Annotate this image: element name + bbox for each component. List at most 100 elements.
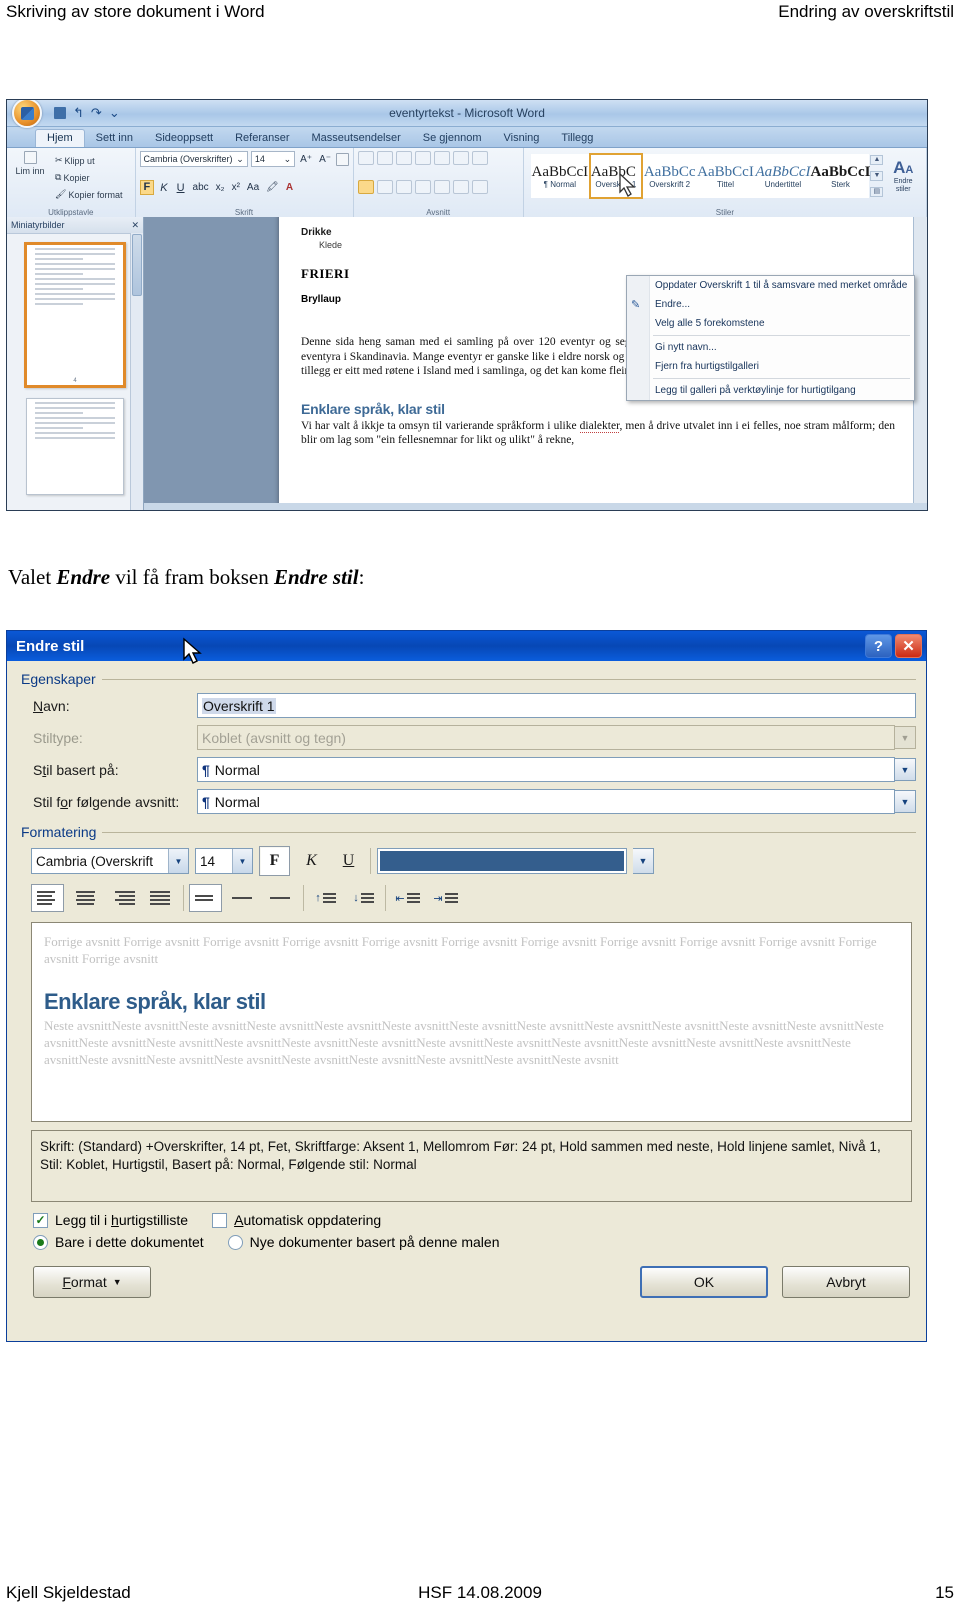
decrease-spacing-before-button[interactable]: ↑: [309, 884, 342, 912]
font-color-icon[interactable]: A: [284, 182, 295, 193]
style-item-undertittel[interactable]: AaBbCcI Undertittel: [754, 154, 812, 198]
increase-indent-button[interactable]: ⇥: [429, 884, 462, 912]
style-item-overskrift-2[interactable]: AaBbCc Overskrift 2: [642, 154, 697, 198]
chevron-down-icon[interactable]: ▼: [633, 848, 654, 874]
nextstyle-combo[interactable]: ¶ Normal: [197, 789, 895, 814]
shrink-font-icon[interactable]: A⁻: [317, 154, 333, 165]
thumbnail-page[interactable]: [26, 398, 124, 495]
dialog-font-family-combo[interactable]: Cambria (Overskrift ▼: [31, 848, 189, 874]
tab-hjem[interactable]: Hjem: [35, 129, 85, 147]
ctx-add-to-qat[interactable]: Legg til galleri på verktøylinje for hur…: [627, 381, 914, 400]
radio-selected-icon[interactable]: [33, 1234, 48, 1250]
bold-button[interactable]: F: [139, 180, 155, 195]
dialog-underline-button[interactable]: U: [333, 846, 364, 876]
bullets-icon[interactable]: [357, 151, 374, 165]
grow-font-icon[interactable]: A⁺: [298, 154, 314, 165]
highlight-icon[interactable]: 🖍: [264, 182, 281, 193]
align-right-icon[interactable]: [395, 179, 412, 194]
subscript-button[interactable]: x₂: [214, 182, 227, 193]
checkbox-unchecked-icon[interactable]: [212, 1212, 228, 1228]
close-button[interactable]: ✕: [895, 634, 922, 658]
justify-button[interactable]: [145, 884, 178, 912]
format-painter-button[interactable]: 🖌 Kopier format: [52, 187, 125, 202]
document-scrollbar[interactable]: [913, 217, 927, 510]
close-icon[interactable]: ✕: [131, 220, 139, 231]
borders-icon[interactable]: [471, 179, 488, 194]
chevron-down-icon[interactable]: ▼: [168, 849, 188, 873]
font-color-combo[interactable]: [377, 848, 627, 874]
align-left-icon[interactable]: [357, 179, 374, 194]
change-case-button[interactable]: Aa: [245, 182, 261, 193]
scrollbar-thumb[interactable]: [132, 234, 142, 296]
style-item-sterk[interactable]: AaBbCcI Sterk: [810, 154, 871, 198]
dialog-bold-button[interactable]: F: [259, 846, 290, 876]
ctx-update-heading[interactable]: Oppdater Overskrift 1 til å samsvare med…: [627, 276, 914, 295]
italic-button[interactable]: K: [157, 182, 170, 194]
dialog-font-size-combo[interactable]: 14 ▼: [195, 848, 253, 874]
ctx-remove-from-gallery[interactable]: Fjern fra hurtigstilgalleri: [627, 357, 914, 376]
tab-tillegg[interactable]: Tillegg: [550, 130, 604, 147]
align-left-button[interactable]: [31, 884, 64, 912]
underline-button[interactable]: U: [174, 182, 188, 194]
thumbnail-page-selected[interactable]: 4: [24, 242, 126, 388]
line-spacing-single-button[interactable]: [189, 884, 222, 912]
show-marks-icon[interactable]: [471, 151, 488, 165]
checkbox-checked-icon[interactable]: ✓: [33, 1212, 48, 1228]
align-right-button[interactable]: [107, 884, 140, 912]
chevron-down-icon[interactable]: ▼: [232, 849, 252, 873]
clear-formatting-icon[interactable]: [336, 152, 349, 166]
cut-button[interactable]: ✂ Klipp ut: [52, 153, 125, 168]
styles-gallery[interactable]: AaBbCcI ¶ Normal AaBbC­ Overskrift 1 AaB…: [528, 151, 922, 201]
paste-icon[interactable]: [23, 151, 37, 164]
radio-unselected-icon[interactable]: [227, 1234, 243, 1250]
line-spacing-double-button[interactable]: [265, 884, 298, 912]
tab-masseutsendelser[interactable]: Masseutsendelser: [301, 130, 412, 147]
increase-indent-icon[interactable]: [433, 151, 450, 165]
basedon-combo[interactable]: ¶ Normal: [197, 757, 895, 782]
ribbon-tabs[interactable]: Hjem Sett inn Sideoppsett Referanser Mas…: [7, 127, 927, 148]
chevron-down-icon[interactable]: ▼: [895, 758, 916, 781]
cancel-button[interactable]: Avbryt: [782, 1266, 910, 1298]
scroll-down-icon[interactable]: ▼: [870, 171, 884, 181]
name-input[interactable]: Overskrift 1: [197, 693, 916, 718]
superscript-button[interactable]: x²: [230, 182, 242, 193]
font-family-combo[interactable]: Cambria (Overskrifter) ⌄: [139, 151, 248, 167]
ctx-rename[interactable]: Gi nytt navn...: [627, 338, 914, 357]
numbering-icon[interactable]: [376, 151, 393, 165]
style-item-normal[interactable]: AaBbCcI ¶ Normal: [530, 154, 589, 198]
ok-button[interactable]: OK: [640, 1266, 768, 1298]
style-item-tittel[interactable]: AaBbCcI Tittel: [696, 154, 755, 198]
align-center-button[interactable]: [69, 884, 102, 912]
change-styles-icon[interactable]: AA: [887, 158, 919, 178]
decrease-indent-button[interactable]: ⇤: [391, 884, 424, 912]
styles-gallery-scroll[interactable]: ▲ ▼ ▤: [870, 155, 884, 197]
style-context-menu[interactable]: Oppdater Overskrift 1 til å samsvare med…: [626, 275, 915, 401]
increase-spacing-before-button[interactable]: ↓: [347, 884, 380, 912]
shading-icon[interactable]: [452, 179, 469, 194]
tab-referanser[interactable]: Referanser: [224, 130, 300, 147]
line-spacing-icon[interactable]: [433, 179, 450, 194]
chevron-down-icon[interactable]: ▼: [895, 790, 916, 813]
scroll-up-icon[interactable]: ▲: [870, 155, 884, 165]
font-size-combo[interactable]: 14 ⌄: [250, 151, 296, 167]
tab-sett-inn[interactable]: Sett inn: [85, 130, 144, 147]
ctx-endre[interactable]: ✎ Endre...: [627, 295, 914, 314]
checkbox-auto-update[interactable]: Automatisk oppdatering: [212, 1212, 381, 1228]
justify-icon[interactable]: [414, 179, 431, 194]
checkbox-add-quickstyle[interactable]: ✓ Legg til i hurtigstilliste: [33, 1212, 188, 1228]
copy-button[interactable]: ⧉ Kopier: [52, 170, 125, 185]
tab-sideoppsett[interactable]: Sideoppsett: [144, 130, 224, 147]
multilevel-list-icon[interactable]: [395, 151, 412, 165]
paste-label[interactable]: Lim inn: [12, 164, 47, 178]
radio-new-documents[interactable]: Nye dokumenter basert på denne malen: [227, 1234, 499, 1250]
help-button[interactable]: ?: [865, 634, 892, 658]
strikethrough-button[interactable]: abc: [191, 182, 211, 193]
ctx-select-all[interactable]: Velg alle 5 forekomstene: [627, 314, 914, 333]
format-button[interactable]: Format ▼: [33, 1266, 151, 1298]
radio-only-this-document[interactable]: Bare i dette dokumentet: [33, 1234, 204, 1250]
tab-se-gjennom[interactable]: Se gjennom: [412, 130, 493, 147]
align-center-icon[interactable]: [376, 179, 393, 194]
thumbnail-scrollbar[interactable]: [130, 233, 143, 510]
dialog-italic-button[interactable]: K: [296, 846, 327, 876]
line-spacing-1-5-button[interactable]: [227, 884, 260, 912]
